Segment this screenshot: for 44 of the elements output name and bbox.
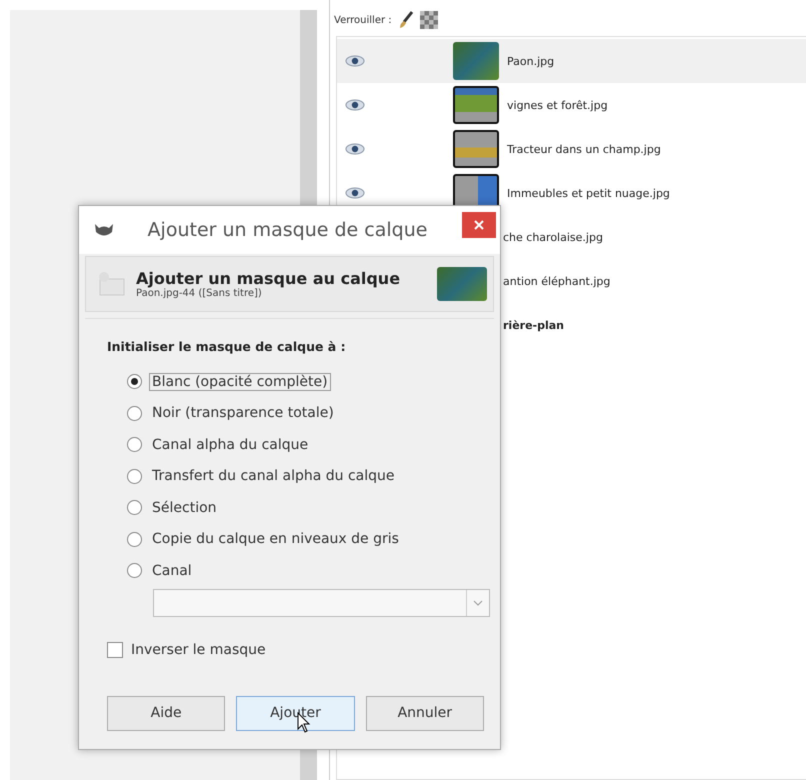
layer-name: rière-plan [503, 318, 564, 332]
checkbox[interactable] [107, 642, 123, 658]
option-label: Sélection [151, 500, 218, 516]
layer-thumbnail [437, 267, 487, 301]
radio-button[interactable] [127, 437, 142, 452]
eye-icon[interactable] [345, 187, 365, 199]
eye-icon[interactable] [345, 143, 365, 155]
chevron-down-icon [473, 600, 483, 606]
option-label: Canal [151, 562, 193, 579]
eye-icon[interactable] [345, 55, 365, 67]
layer-name: Paon.jpg [507, 54, 554, 68]
lock-label: Verrouiller : [334, 14, 392, 26]
option-label: Noir (transparence totale) [151, 405, 335, 422]
option-label: Blanc (opacité complète) [150, 374, 330, 390]
layer-row[interactable]: Paon.jpg [337, 39, 806, 83]
layer-thumbnail [453, 42, 499, 80]
option-label: Copie du calque en niveaux de gris [151, 531, 400, 548]
brush-icon[interactable] [398, 11, 414, 29]
dialog-button[interactable]: Annuler [366, 696, 484, 730]
layer-mask-icon [96, 271, 126, 297]
layer-name: vignes et forêt.jpg [507, 98, 608, 112]
checker-icon[interactable] [420, 11, 438, 29]
close-icon [474, 220, 484, 230]
eye-icon[interactable] [345, 99, 365, 111]
radio-button[interactable] [127, 468, 142, 484]
option-label: Canal alpha du calque [151, 436, 310, 453]
header-subtitle: Paon.jpg-44 ([Sans titre]) [136, 288, 263, 299]
app-logo-icon [93, 222, 115, 238]
layer-thumbnail [453, 130, 499, 168]
dialog-button[interactable]: Aide [107, 696, 226, 730]
radio-button[interactable] [127, 406, 142, 421]
radio-button[interactable] [127, 374, 142, 390]
option-label: Transfert du canal alpha du calque [151, 468, 396, 484]
close-button[interactable] [462, 212, 496, 238]
radio-button[interactable] [127, 563, 142, 578]
radio-button[interactable] [127, 532, 142, 547]
checkbox-label: Inverser le masque [131, 642, 266, 658]
dialog-button[interactable]: Ajouter [236, 696, 355, 730]
radio-button[interactable] [127, 500, 142, 516]
layer-name: Immeubles et petit nuage.jpg [507, 186, 670, 200]
layer-name: antion éléphant.jpg [503, 274, 610, 288]
layer-name: Tracteur dans un champ.jpg [507, 142, 661, 156]
layer-name: che charolaise.jpg [503, 230, 603, 244]
layer-thumbnail [453, 86, 499, 124]
